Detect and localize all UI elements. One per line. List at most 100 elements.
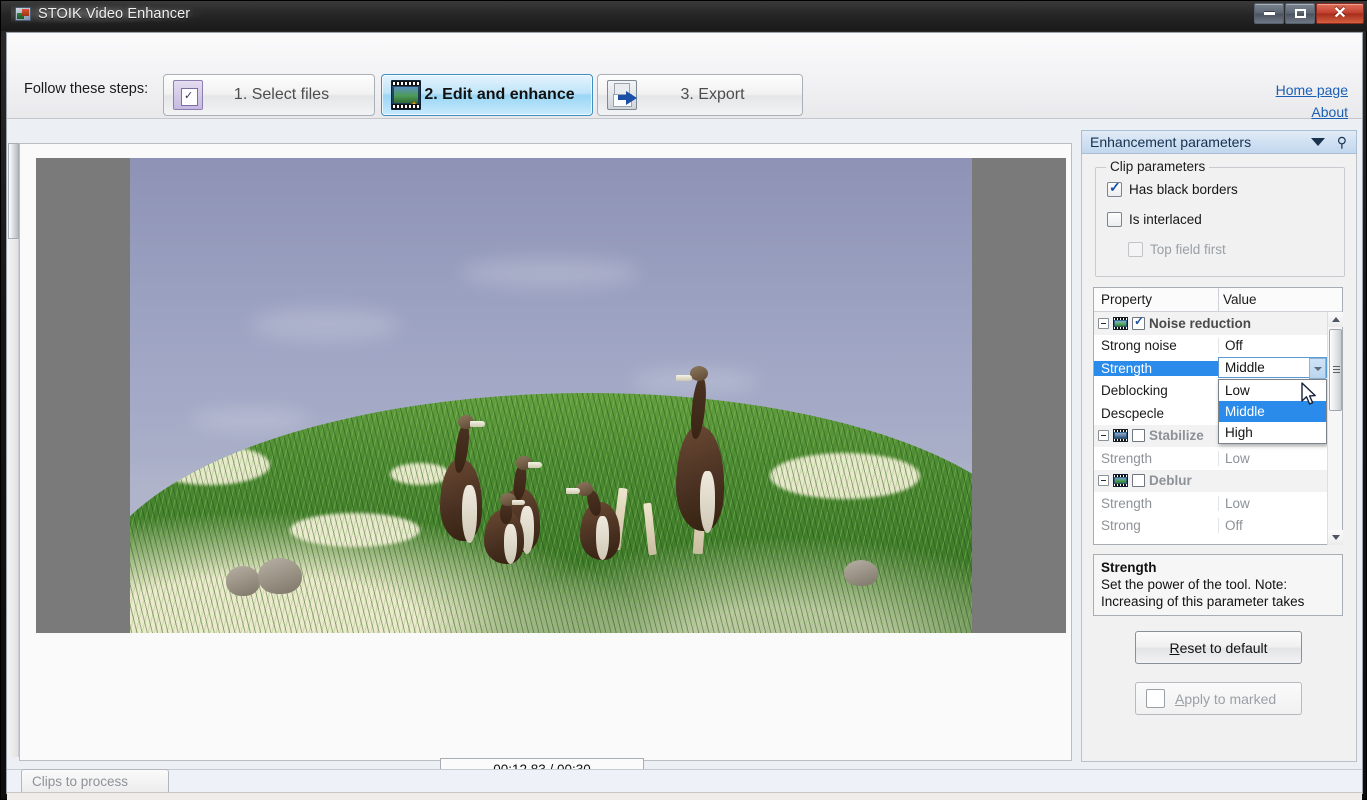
property-name: Deblocking xyxy=(1101,383,1168,399)
apply-accel: A xyxy=(1175,690,1185,707)
video-frame xyxy=(130,158,972,633)
apply-to-marked-button: Apply to marked xyxy=(1135,682,1302,715)
reset-accel: R xyxy=(1169,639,1180,656)
step3-label: 3. Export xyxy=(680,86,745,103)
noise-reduction-checkbox[interactable] xyxy=(1132,316,1145,330)
bottom-tab-strip: Clips to process xyxy=(7,769,1362,793)
top-field-first-option: Top field first xyxy=(1128,242,1226,257)
client-area: Follow these steps: ✓ 1. Select files 2.… xyxy=(6,32,1363,800)
film-deblur-icon xyxy=(1113,474,1128,488)
strength-combobox[interactable]: Middle xyxy=(1218,357,1327,379)
property-name: Strong noise xyxy=(1101,338,1177,354)
apply-to-marked-checkbox xyxy=(1146,689,1165,708)
tab-clips-to-process[interactable]: Clips to process xyxy=(21,769,169,793)
workspace-vertical-scrollbar[interactable] xyxy=(8,143,19,757)
property-grid-header: Property Value xyxy=(1094,288,1342,312)
reset-label-rest: eset to default xyxy=(1179,639,1268,656)
description-title: Strength xyxy=(1101,560,1157,575)
property-row-stabilize-strength[interactable]: Strength Low xyxy=(1094,447,1327,470)
property-group-deblur[interactable]: Deblur xyxy=(1094,469,1327,492)
property-group-noise-reduction[interactable]: Noise reduction xyxy=(1094,312,1327,335)
scrollbar-thumb[interactable] xyxy=(8,143,19,239)
film-stabilize-icon xyxy=(1113,429,1128,443)
expander-icon[interactable] xyxy=(1098,475,1109,487)
header-links: Home page About xyxy=(1276,79,1348,123)
property-row-strength[interactable]: Strength Middle Low Middle High xyxy=(1094,357,1327,444)
is-interlaced-checkbox[interactable] xyxy=(1107,212,1122,227)
step-button-select-files[interactable]: ✓ 1. Select files xyxy=(163,74,375,116)
window-title: STOIK Video Enhancer xyxy=(38,6,191,22)
deblur-label: Deblur xyxy=(1149,473,1192,489)
home-page-link[interactable]: Home page xyxy=(1276,79,1348,101)
folder-check-icon: ✓ xyxy=(173,80,203,110)
close-icon: ✕ xyxy=(1333,4,1347,22)
dropdown-option-low[interactable]: Low xyxy=(1219,380,1326,401)
minimize-button[interactable] xyxy=(1254,3,1284,24)
bird xyxy=(566,476,630,564)
clip-parameters-legend: Clip parameters xyxy=(1106,159,1210,174)
chevron-up-icon xyxy=(1331,317,1340,322)
close-button[interactable]: ✕ xyxy=(1316,3,1364,24)
property-grid-scrollbar[interactable] xyxy=(1327,312,1343,545)
property-row-partial[interactable] xyxy=(1094,537,1327,545)
top-field-first-label: Top field first xyxy=(1150,242,1226,257)
property-value[interactable]: Low xyxy=(1218,495,1327,511)
pin-icon[interactable]: ⚲ xyxy=(1337,135,1347,149)
step-button-export[interactable]: 3. Export xyxy=(597,74,803,116)
chevron-down-icon xyxy=(1331,535,1340,540)
chevron-down-icon[interactable] xyxy=(1310,138,1325,146)
dock-title: Enhancement parameters xyxy=(1090,134,1252,150)
dock-header[interactable]: Enhancement parameters ⚲ xyxy=(1081,130,1357,154)
scrollbar-thumb[interactable] xyxy=(1329,329,1342,411)
status-bar: Press ALT key for more options xyxy=(7,792,1362,800)
video-canvas[interactable] xyxy=(36,158,1066,633)
dock-body: Clip parameters Has black borders Is int… xyxy=(1081,154,1357,762)
application-window: STOIK Video Enhancer ✕ Follow these step… xyxy=(0,0,1367,800)
grass-dune xyxy=(130,393,972,633)
has-black-borders-checkbox[interactable] xyxy=(1107,179,1122,197)
dropdown-option-high[interactable]: High xyxy=(1219,422,1326,443)
clip-parameters-group: Clip parameters Has black borders Is int… xyxy=(1095,159,1345,277)
title-bar[interactable]: STOIK Video Enhancer ✕ xyxy=(1,1,1367,31)
expander-icon[interactable] xyxy=(1098,317,1109,329)
is-interlaced-option[interactable]: Is interlaced xyxy=(1107,212,1202,227)
bird-chick xyxy=(258,558,302,594)
top-field-first-checkbox xyxy=(1128,242,1143,257)
window-controls: ✕ xyxy=(1253,3,1364,24)
stabilize-label: Stabilize xyxy=(1149,428,1204,444)
has-black-borders-option[interactable]: Has black borders xyxy=(1107,179,1238,197)
property-value[interactable]: Low xyxy=(1218,450,1327,466)
property-name: Strength xyxy=(1101,495,1153,511)
description-line-1: Set the power of the tool. Note: xyxy=(1101,577,1288,592)
scroll-down-button[interactable] xyxy=(1328,530,1343,545)
maximize-button[interactable] xyxy=(1285,3,1315,24)
property-row-deblur-strength[interactable]: Strength Low xyxy=(1094,492,1327,515)
property-row-strong-noise[interactable]: Strong noise Off xyxy=(1094,335,1327,358)
property-value[interactable]: Off xyxy=(1218,338,1327,354)
property-name: Descpecle xyxy=(1101,405,1165,421)
bird xyxy=(670,334,730,549)
property-value[interactable]: Off xyxy=(1218,518,1327,534)
strength-dropdown-list[interactable]: Low Middle High xyxy=(1218,379,1327,444)
workspace: 00:12.83 / 00:30 ✂ xyxy=(7,119,1362,800)
property-row-deblur-strong[interactable]: Strong Off xyxy=(1094,515,1327,538)
scrollbar-grip-icon xyxy=(1333,366,1340,373)
bird-chick xyxy=(226,566,260,596)
reset-to-default-button[interactable]: Reset to default xyxy=(1135,631,1302,664)
stabilize-checkbox[interactable] xyxy=(1132,429,1145,443)
deblur-checkbox[interactable] xyxy=(1132,474,1145,488)
scroll-up-button[interactable] xyxy=(1328,312,1343,327)
step1-label: 1. Select files xyxy=(233,86,330,103)
column-header-value: Value xyxy=(1223,292,1257,307)
property-name: Strength xyxy=(1094,360,1218,376)
step-button-edit-and-enhance[interactable]: 2. Edit and enhance xyxy=(381,74,593,116)
property-grid-rows: Noise reduction Strong noise Off Strengt… xyxy=(1094,312,1327,545)
noise-reduction-label: Noise reduction xyxy=(1149,315,1252,331)
title-bar-caption: STOIK Video Enhancer xyxy=(11,4,205,24)
dropdown-option-middle[interactable]: Middle xyxy=(1219,401,1326,422)
bird xyxy=(482,488,536,568)
combobox-dropdown-button[interactable] xyxy=(1309,358,1326,379)
property-name: Strong xyxy=(1101,518,1141,534)
expander-icon[interactable] xyxy=(1098,430,1109,442)
description-line-2: Increasing of this parameter takes xyxy=(1101,594,1305,609)
